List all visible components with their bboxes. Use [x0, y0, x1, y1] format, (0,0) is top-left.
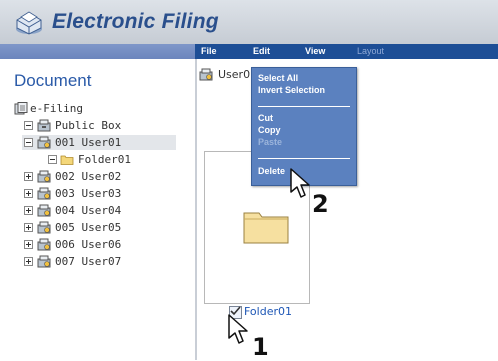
menu-file[interactable]: File: [201, 44, 217, 59]
menu-item-copy[interactable]: Copy: [258, 125, 281, 136]
folder-icon: [60, 155, 74, 165]
tree-label: 001 User01: [55, 136, 122, 149]
efiling-logo-icon: [16, 11, 42, 35]
user-box-icon: [199, 68, 213, 81]
sidebar-title: Document: [14, 71, 92, 90]
folder-icon[interactable]: [243, 208, 289, 244]
collapse-icon[interactable]: [24, 121, 33, 130]
tree-label: e-Filing: [30, 102, 83, 115]
expand-icon[interactable]: [24, 189, 33, 198]
efiling-icon: [14, 102, 28, 115]
tree-item-user06[interactable]: 006 User06: [24, 237, 184, 252]
expand-icon[interactable]: [24, 223, 33, 232]
menu-item-select-all[interactable]: Select All: [258, 73, 298, 84]
tree-item-user03[interactable]: 003 User03: [24, 186, 184, 201]
tree-label: Public Box: [55, 119, 122, 132]
tree-item-user02[interactable]: 002 User02: [24, 169, 184, 184]
user-box-icon: [37, 170, 51, 183]
tree-item-public-box[interactable]: Public Box: [24, 118, 184, 133]
user-box-icon: [37, 204, 51, 217]
mouse-pointer-icon: [290, 168, 310, 198]
tree-item-user07[interactable]: 007 User07: [24, 254, 184, 269]
step-number: 2: [312, 190, 329, 218]
tree-label: 006 User06: [55, 238, 122, 251]
menu-item-cut[interactable]: Cut: [258, 113, 273, 124]
menu-layout: Layout: [357, 46, 385, 56]
menu-separator: [258, 106, 350, 107]
expand-icon[interactable]: [24, 172, 33, 181]
tree-item-user04[interactable]: 004 User04: [24, 203, 184, 218]
user-box-icon: [37, 187, 51, 200]
sidebar-header-strip: [0, 44, 195, 59]
pane-separator[interactable]: [195, 59, 197, 360]
menu-item-paste: Paste: [258, 137, 283, 147]
tree-label: 007 User07: [55, 255, 122, 268]
expand-icon[interactable]: [24, 240, 33, 249]
expand-icon[interactable]: [24, 206, 33, 215]
step-number: 1: [252, 333, 269, 361]
tree-item-user01[interactable]: 001 User01: [22, 135, 176, 150]
tree-label: Folder01: [78, 153, 131, 166]
user-box-icon: [37, 136, 51, 149]
public-box-icon: [37, 119, 51, 132]
menu-separator: [258, 158, 350, 159]
tree-item-folder01[interactable]: Folder01: [48, 152, 178, 167]
tree-item-user05[interactable]: 005 User05: [24, 220, 184, 235]
menubar: File Edit View Layout: [195, 44, 498, 59]
menu-item-invert-selection[interactable]: Invert Selection: [258, 85, 325, 96]
user-box-icon: [37, 238, 51, 251]
tree-label: 003 User03: [55, 187, 122, 200]
tree-label: 004 User04: [55, 204, 122, 217]
collapse-icon[interactable]: [24, 138, 33, 147]
user-box-icon: [37, 255, 51, 268]
mouse-pointer-icon: [228, 314, 248, 344]
menu-item-delete[interactable]: Delete: [258, 166, 285, 177]
menu-view[interactable]: View: [305, 44, 325, 59]
expand-icon[interactable]: [24, 257, 33, 266]
tree-item-efiling[interactable]: e-Filing: [14, 101, 184, 116]
tree-label: 002 User02: [55, 170, 122, 183]
user-box-icon: [37, 221, 51, 234]
tree-label: 005 User05: [55, 221, 122, 234]
app-title: Electronic Filing: [52, 10, 219, 33]
menu-edit[interactable]: Edit: [253, 44, 270, 59]
collapse-icon[interactable]: [48, 155, 57, 164]
